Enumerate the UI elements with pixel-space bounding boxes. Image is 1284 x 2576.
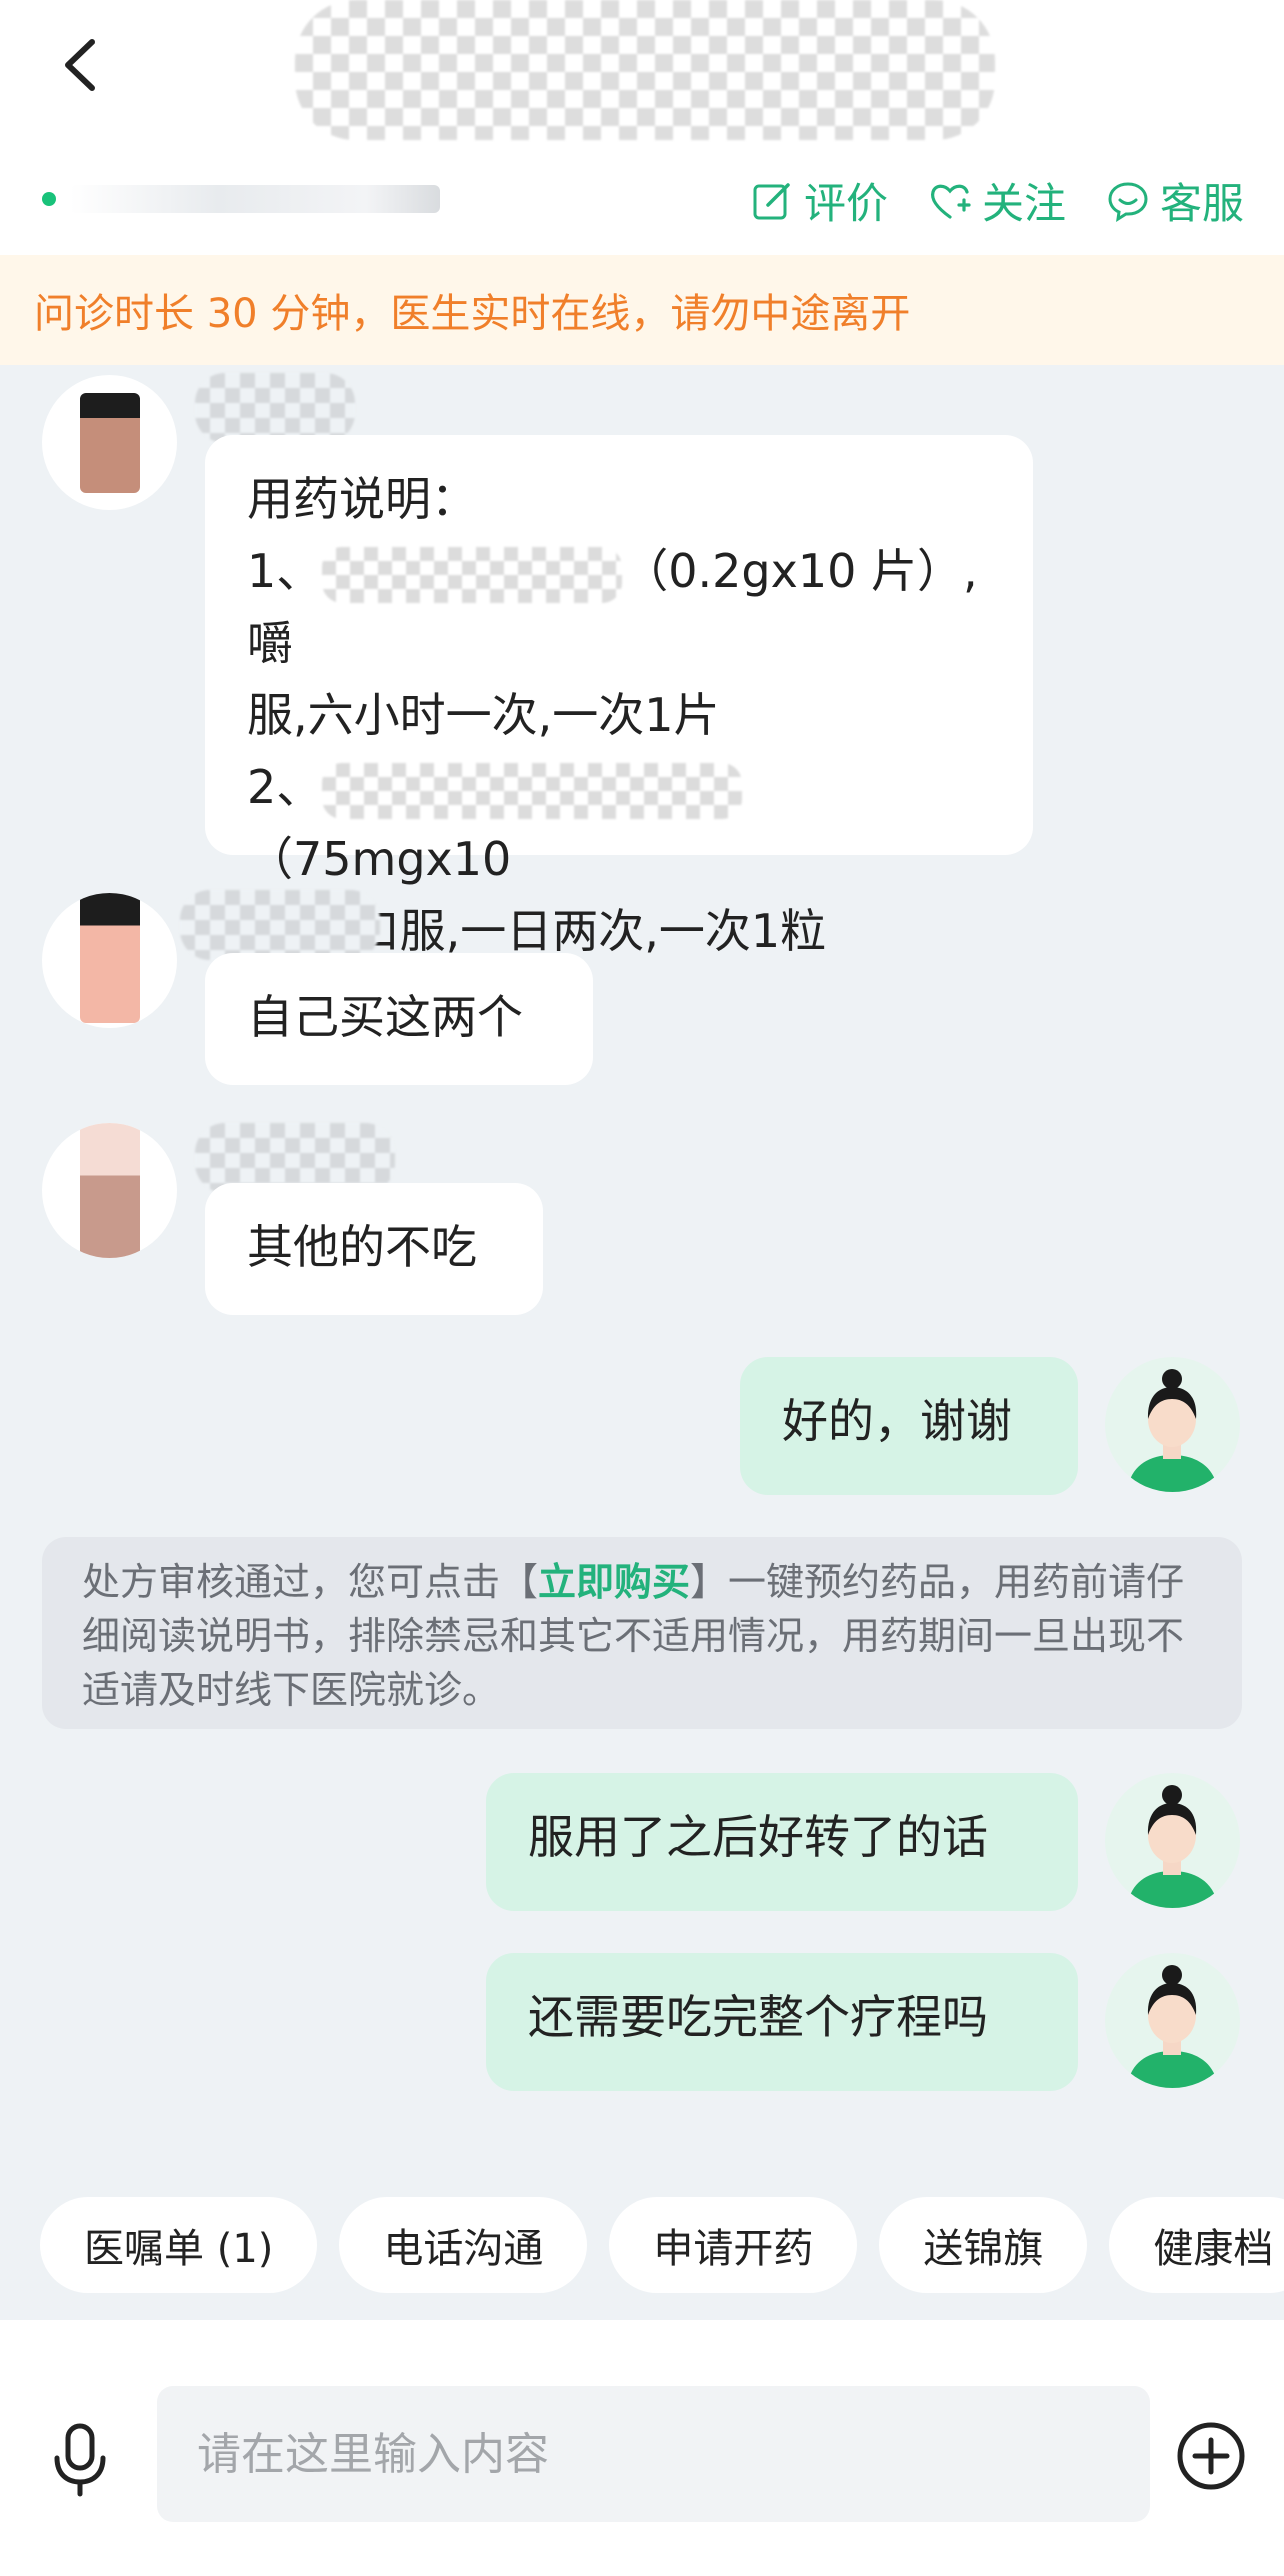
request-prescription-chip[interactable]: 申请开药: [609, 2197, 858, 2293]
message-line: 1、 （0.2gx10 片）,嚼: [247, 535, 991, 679]
chat-smile-icon: [1108, 181, 1148, 222]
message-text: 2、: [247, 760, 323, 814]
message-line: 服,六小时一次,一次1片: [247, 688, 720, 742]
message-bubble[interactable]: 其他的不吃: [205, 1183, 543, 1315]
user-avatar-icon: [1127, 1965, 1218, 2088]
message-text: 好的，谢谢: [782, 1394, 1012, 1448]
message-text: 服用了之后好转了的话: [528, 1810, 988, 1864]
doctor-name-redacted: [195, 373, 355, 443]
drug-name-redacted: [322, 762, 743, 819]
message-bubble[interactable]: 自己买这两个: [205, 953, 593, 1085]
health-record-chip[interactable]: 健康档: [1109, 2197, 1284, 2293]
user-avatar[interactable]: [1105, 1357, 1240, 1492]
avatar-photo: [80, 893, 140, 1023]
phone-call-chip[interactable]: 电话沟通: [339, 2197, 588, 2293]
header-actions: 评价 关注 客服: [750, 170, 1244, 231]
edit-icon: [753, 182, 790, 219]
quick-actions-bar[interactable]: 医嘱单 (1) 电话沟通 申请开药 送锦旗 健康档: [0, 2170, 1284, 2320]
user-avatar-icon: [1127, 1785, 1218, 1908]
consultation-notice-banner: 问诊时长 30 分钟，医生实时在线，请勿中途离开: [0, 255, 1284, 365]
avatar-photo: [80, 1123, 140, 1258]
rate-label: 评价: [803, 179, 888, 228]
user-avatar[interactable]: [1105, 1953, 1240, 2088]
message-line: 用药说明：: [247, 472, 477, 526]
message-text: 1、: [247, 544, 323, 598]
header: 评价 关注 客服: [0, 0, 1284, 255]
plus-circle-icon: [1177, 2422, 1245, 2490]
voice-button[interactable]: [45, 2420, 115, 2500]
online-status-dot: [42, 192, 56, 206]
rate-button[interactable]: 评价: [750, 170, 888, 231]
back-button[interactable]: [48, 30, 118, 100]
doctor-avatar[interactable]: [42, 375, 177, 510]
message-text: 其他的不吃: [247, 1220, 477, 1274]
follow-button[interactable]: 关注: [928, 170, 1066, 231]
user-avatar-icon: [1127, 1369, 1218, 1492]
customer-service-button[interactable]: 客服: [1106, 170, 1244, 231]
message-text: （75mgx10: [247, 832, 512, 886]
doctor-info-redacted: [70, 185, 440, 213]
doctor-orders-chip[interactable]: 医嘱单 (1): [40, 2197, 318, 2293]
message-text: 自己买这两个: [247, 990, 523, 1044]
notice-text: 处方审核通过，您可点击【: [82, 1560, 539, 1604]
doctor-name-redacted: [180, 890, 380, 960]
message-line: 2、 （75mgx10: [247, 751, 991, 895]
doctor-avatar[interactable]: [42, 1123, 177, 1258]
avatar-photo: [80, 393, 140, 493]
more-options-button[interactable]: [1175, 2420, 1247, 2492]
my-message-bubble[interactable]: 服用了之后好转了的话: [486, 1773, 1078, 1911]
my-message-bubble[interactable]: 好的，谢谢: [740, 1357, 1078, 1495]
message-input[interactable]: [157, 2386, 1150, 2522]
page-title-redacted: [295, 0, 995, 140]
buy-now-link[interactable]: 立即购买: [538, 1560, 690, 1604]
chevron-left-icon: [65, 39, 95, 91]
input-bar: [0, 2320, 1284, 2576]
user-avatar[interactable]: [1105, 1773, 1240, 1908]
message-text: 还需要吃完整个疗程吗: [528, 1990, 988, 2044]
prescription-approved-notice: 处方审核通过，您可点击【立即购买】一键预约药品，用药前请仔细阅读说明书，排除禁忌…: [42, 1537, 1242, 1729]
message-bubble-medication-instructions[interactable]: 用药说明： 1、 （0.2gx10 片）,嚼 服,六小时一次,一次1片 2、 （75…: [205, 435, 1033, 958]
microphone-icon: [54, 2423, 106, 2497]
follow-label: 关注: [981, 179, 1066, 228]
send-banner-chip[interactable]: 送锦旗: [879, 2197, 1088, 2293]
notice-text: 问诊时长 30 分钟，医生实时在线，请勿中途离开: [34, 291, 911, 337]
my-message-bubble[interactable]: 还需要吃完整个疗程吗: [486, 1953, 1078, 2091]
heart-plus-icon: [930, 184, 971, 219]
customer-service-label: 客服: [1159, 179, 1244, 228]
drug-name-redacted: [322, 546, 623, 603]
doctor-avatar[interactable]: [42, 893, 177, 1028]
chat-area[interactable]: 用药说明： 1、 （0.2gx10 片）,嚼 服,六小时一次,一次1片 2、 （75…: [0, 365, 1284, 2170]
